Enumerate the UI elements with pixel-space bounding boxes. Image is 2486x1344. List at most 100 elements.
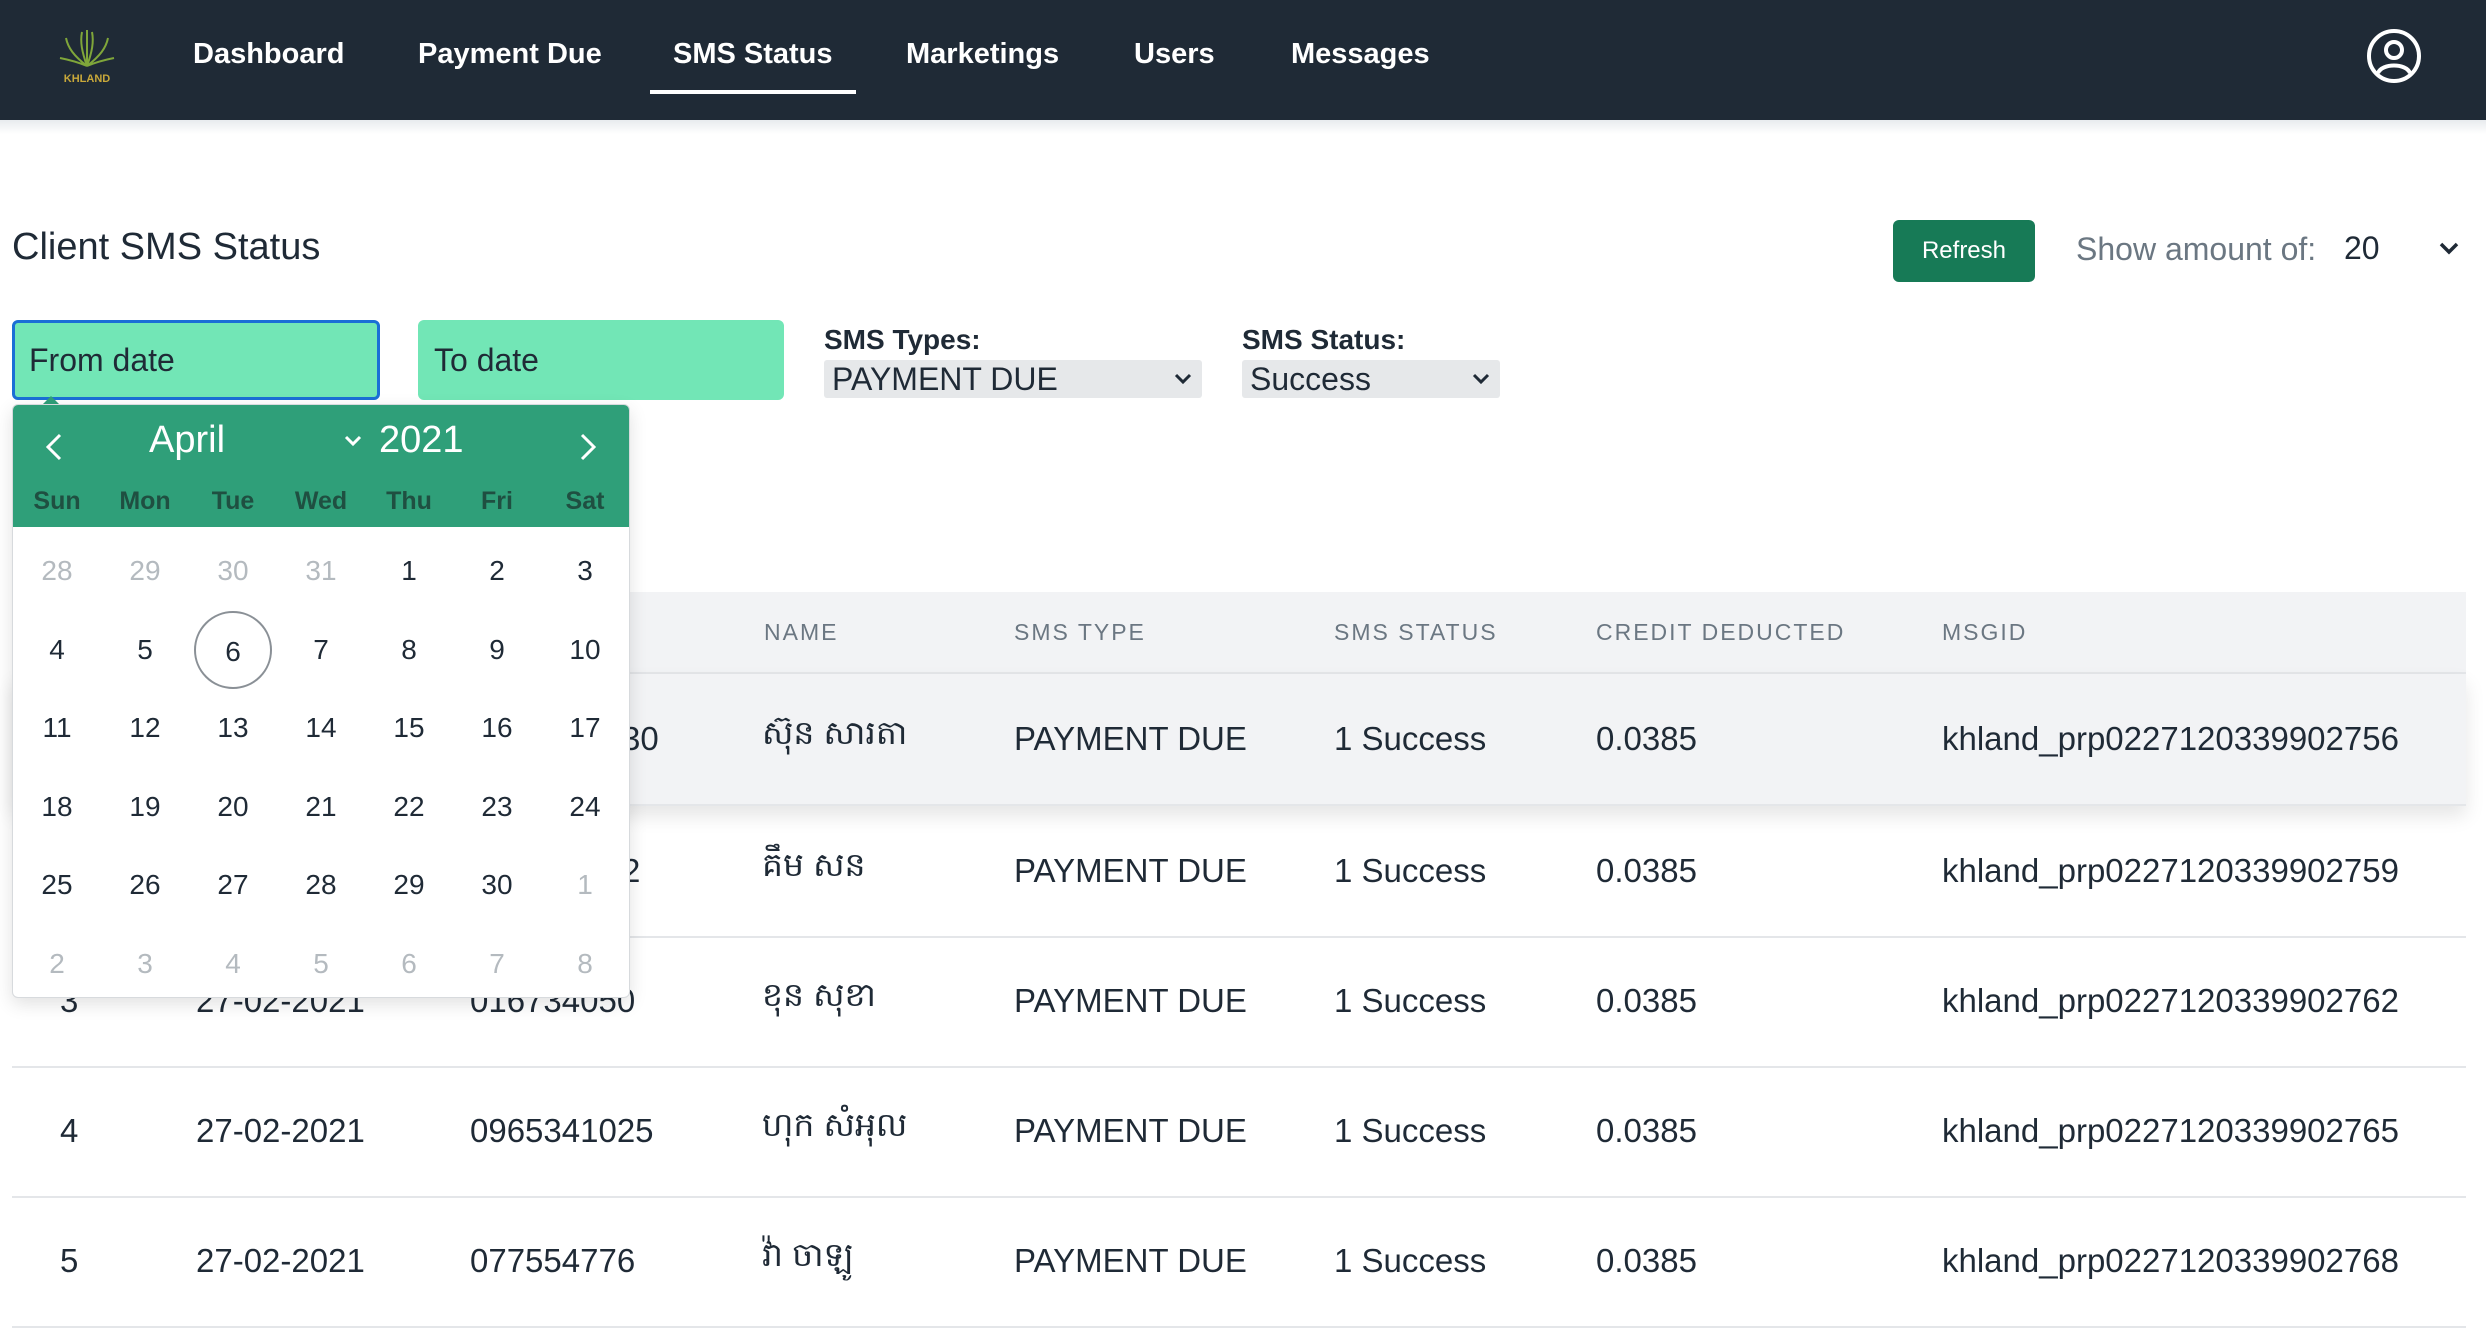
chevron-right-icon[interactable] (567, 427, 607, 467)
calendar-day[interactable]: 13 (194, 689, 272, 767)
cell-name: ស៊ុន សារតា (762, 714, 908, 751)
calendar-day[interactable]: 8 (370, 611, 448, 689)
calendar-day[interactable]: 12 (106, 689, 184, 767)
sms-types-label: SMS Types: (824, 324, 981, 355)
cell-sms-type: PAYMENT DUE (1014, 1242, 1247, 1279)
th-msgid[interactable]: MSGID (1942, 592, 2027, 672)
calendar-day[interactable]: 18 (18, 768, 96, 846)
calendar-day[interactable]: 25 (18, 846, 96, 924)
cell-name: វ៉ា ចាឡូ (762, 1236, 854, 1273)
cell-credit: 0.0385 (1596, 720, 1697, 757)
cell-sms-type: PAYMENT DUE (1014, 852, 1247, 889)
calendar-day[interactable]: 30 (458, 846, 536, 924)
calendar-day[interactable]: 23 (458, 768, 536, 846)
table-row[interactable]: 5 27-02-2021 077554776 វ៉ា ចាឡូ PAYMENT … (12, 1196, 2466, 1328)
calendar-month[interactable]: April (149, 419, 225, 462)
cell-sms-type: PAYMENT DUE (1014, 1112, 1247, 1149)
date-picker-popup: April 2021 Sun Mon Tue Wed Thu Fri Sat 2… (12, 404, 630, 998)
nav-shadow (0, 120, 2486, 134)
nav-sms-status[interactable]: SMS Status (650, 0, 855, 120)
calendar-day[interactable]: 16 (458, 689, 536, 767)
calendar-day[interactable]: 28 (18, 532, 96, 610)
cell-credit: 0.0385 (1596, 1112, 1697, 1149)
calendar-day[interactable]: 26 (106, 846, 184, 924)
nav-users[interactable]: Users (1134, 0, 1215, 120)
refresh-button[interactable]: Refresh (1893, 220, 2035, 282)
calendar-day[interactable]: 6 (370, 925, 448, 998)
calendar-day[interactable]: 4 (194, 925, 272, 998)
cell-credit: 0.0385 (1596, 1242, 1697, 1279)
cell-name: ខុន សុខា (762, 976, 876, 1013)
calendar-day-today[interactable]: 6 (194, 610, 272, 689)
chevron-down-icon (1472, 373, 1490, 385)
weekday-sat: Sat (565, 487, 605, 515)
calendar-day[interactable]: 2 (18, 925, 96, 998)
calendar-day[interactable]: 1 (370, 532, 448, 610)
th-sms-type[interactable]: SMS TYPE (1014, 592, 1146, 672)
cell-date: 27-02-2021 (196, 1112, 365, 1149)
cell-date: 27-02-2021 (196, 1242, 365, 1279)
calendar-day[interactable]: 7 (458, 925, 536, 998)
sms-types-select[interactable]: PAYMENT DUE (824, 360, 1202, 398)
cell-no: 5 (60, 1242, 79, 1279)
calendar-day[interactable]: 10 (546, 611, 624, 689)
calendar-day[interactable]: 19 (106, 768, 184, 846)
calendar-day[interactable]: 22 (370, 768, 448, 846)
calendar-day[interactable]: 7 (282, 611, 360, 689)
calendar-day[interactable]: 3 (546, 532, 624, 610)
user-circle-icon[interactable] (2366, 28, 2422, 84)
cell-credit: 0.0385 (1596, 852, 1697, 889)
cell-msgid: khland_prp0227120339902756 (1942, 720, 2399, 757)
sms-status-select[interactable]: Success (1242, 360, 1500, 398)
cell-credit: 0.0385 (1596, 982, 1697, 1019)
weekday-sun: Sun (33, 487, 81, 515)
calendar-day[interactable]: 1 (546, 846, 624, 924)
show-amount-select[interactable]: 20 (2340, 226, 2468, 272)
cell-sms-status: 1 Success (1334, 1112, 1487, 1149)
calendar-day[interactable]: 30 (194, 532, 272, 610)
calendar-day[interactable]: 5 (106, 611, 184, 689)
th-name[interactable]: NAME (764, 592, 838, 672)
sms-types-value: PAYMENT DUE (832, 361, 1058, 397)
calendar-day[interactable]: 5 (282, 925, 360, 998)
calendar-day[interactable]: 17 (546, 689, 624, 767)
th-sms-status[interactable]: SMS STATUS (1334, 592, 1498, 672)
calendar-day[interactable]: 21 (282, 768, 360, 846)
nav-payment-due[interactable]: Payment Due (418, 0, 602, 120)
calendar-day[interactable]: 24 (546, 768, 624, 846)
calendar-day[interactable]: 14 (282, 689, 360, 767)
table-row[interactable]: 4 27-02-2021 0965341025 ហុក សំអុល PAYMEN… (12, 1066, 2466, 1198)
cell-no: 4 (60, 1112, 79, 1149)
calendar-day[interactable]: 29 (370, 846, 448, 924)
th-credit-deducted[interactable]: CREDIT DEDUCTED (1596, 592, 1845, 672)
show-amount-label: Show amount of: (2076, 231, 2317, 267)
calendar-day[interactable]: 20 (194, 768, 272, 846)
calendar-day[interactable]: 29 (106, 532, 184, 610)
nav-marketings[interactable]: Marketings (906, 0, 1059, 120)
cell-sms-status: 1 Success (1334, 1242, 1487, 1279)
calendar-day[interactable]: 8 (546, 925, 624, 998)
calendar-day[interactable]: 4 (18, 611, 96, 689)
page-title: Client SMS Status (12, 226, 321, 268)
calendar-day[interactable]: 2 (458, 532, 536, 610)
chevron-down-icon[interactable] (343, 433, 363, 449)
to-date-input[interactable]: To date (418, 320, 784, 400)
nav-messages[interactable]: Messages (1291, 0, 1430, 120)
calendar-year[interactable]: 2021 (379, 419, 464, 462)
show-amount-value: 20 (2344, 230, 2380, 266)
calendar-day[interactable]: 27 (194, 846, 272, 924)
calendar-day[interactable]: 9 (458, 611, 536, 689)
khland-logo[interactable]: KHLAND (52, 22, 122, 92)
weekday-thu: Thu (386, 487, 432, 515)
cell-phone: 0965341025 (470, 1112, 654, 1149)
calendar-day[interactable]: 3 (106, 925, 184, 998)
calendar-day[interactable]: 15 (370, 689, 448, 767)
weekday-mon: Mon (119, 487, 171, 515)
chevron-left-icon[interactable] (35, 427, 75, 467)
calendar-day[interactable]: 11 (18, 689, 96, 767)
cell-sms-status: 1 Success (1334, 852, 1487, 889)
from-date-input[interactable]: From date (12, 320, 380, 400)
nav-dashboard[interactable]: Dashboard (193, 0, 344, 120)
calendar-day[interactable]: 31 (282, 532, 360, 610)
calendar-day[interactable]: 28 (282, 846, 360, 924)
